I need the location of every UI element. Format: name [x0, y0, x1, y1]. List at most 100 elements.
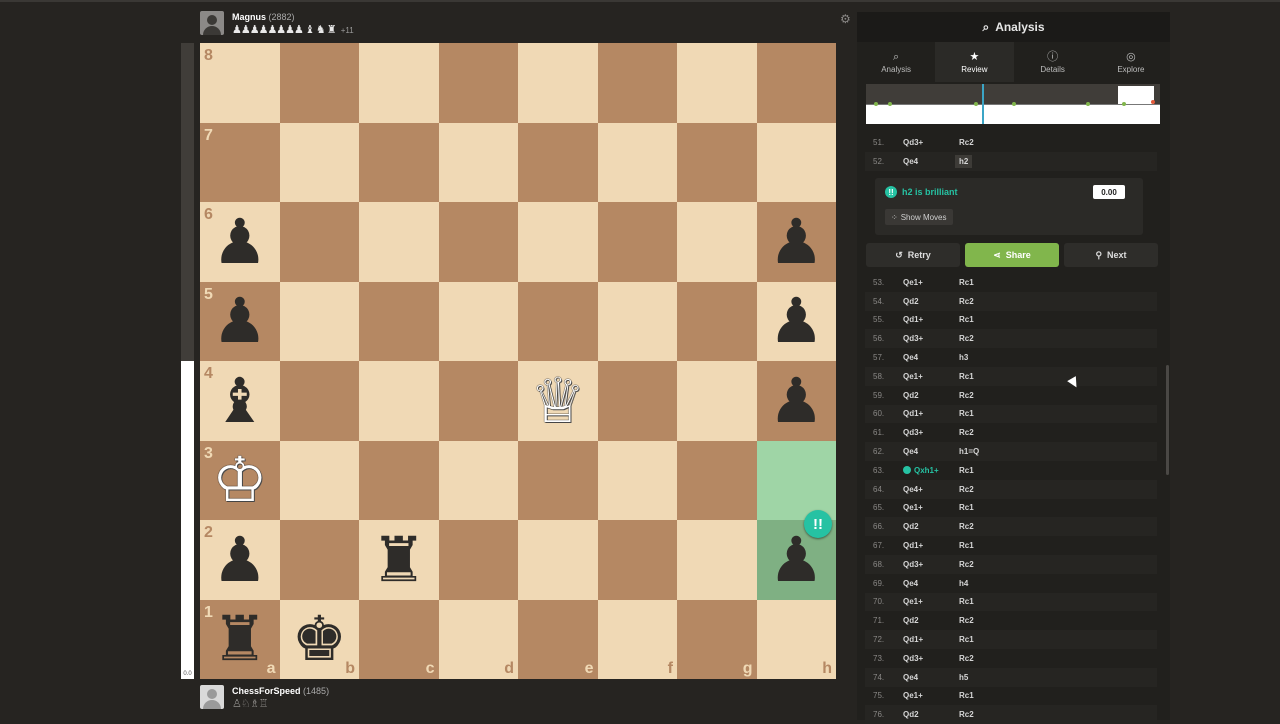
black-move[interactable]: Rc2 — [959, 654, 1019, 663]
evaluation-graph[interactable] — [866, 84, 1160, 124]
opponent-avatar[interactable] — [200, 11, 224, 35]
retry-button[interactable]: ↺ Retry — [866, 243, 960, 267]
tab-details[interactable]: ⓘ Details — [1013, 42, 1092, 82]
square-b8[interactable] — [279, 43, 359, 123]
black-move[interactable]: Rc1 — [959, 597, 1019, 606]
square-g3[interactable] — [677, 440, 757, 520]
black-move[interactable]: Rc2 — [959, 391, 1019, 400]
square-c5[interactable] — [359, 281, 439, 361]
black-move[interactable]: Rc1 — [959, 691, 1019, 700]
white-move[interactable]: Qd3+ — [903, 138, 959, 147]
gear-icon[interactable]: ⚙ — [840, 12, 851, 26]
white-move[interactable]: Qd2 — [903, 522, 959, 531]
square-b2[interactable] — [279, 520, 359, 600]
square-a5[interactable]: 5 ♟ — [200, 281, 280, 361]
tab-explore[interactable]: ◎ Explore — [1091, 42, 1170, 82]
square-h5[interactable]: ♟ — [756, 281, 837, 362]
tab-analysis[interactable]: ⌕ Analysis — [857, 42, 936, 82]
square-e7[interactable] — [518, 122, 598, 202]
square-b4[interactable] — [279, 361, 359, 441]
black-move[interactable]: Rc1 — [959, 315, 1019, 324]
black-move[interactable]: Rc1 — [959, 635, 1019, 644]
square-h7[interactable] — [756, 122, 836, 202]
square-b5[interactable] — [279, 281, 359, 361]
white-move[interactable]: Qe4 — [903, 673, 959, 682]
square-g1[interactable]: g — [677, 599, 757, 679]
square-f6[interactable] — [597, 202, 677, 282]
chess-board[interactable]: 8 7 6 ♟ ♟ 5 ♟ ♟ 4 ♝ ♕ ♟ 3 ♔ 2 ♟ ♜ ♟ 1 a ♜ b ♚ c d e f g h — [200, 43, 836, 679]
white-move[interactable]: Qd3+ — [903, 560, 959, 569]
square-d7[interactable] — [438, 122, 518, 202]
square-g7[interactable] — [677, 122, 757, 202]
opponent-name[interactable]: Magnus (2882) — [232, 11, 354, 23]
square-a1[interactable]: 1 a ♜ — [200, 599, 280, 679]
square-a3[interactable]: 3 ♔ — [200, 440, 280, 520]
black-move[interactable]: Rc2 — [959, 616, 1019, 625]
white-move[interactable]: Qe4 — [903, 579, 959, 588]
white-move[interactable]: Qd2 — [903, 391, 959, 400]
white-move[interactable]: Qd3+ — [903, 654, 959, 663]
black-move[interactable]: Rc2 — [959, 560, 1019, 569]
white-move[interactable]: Qd1+ — [903, 409, 959, 418]
square-b6[interactable] — [279, 202, 359, 282]
square-d8[interactable] — [438, 43, 518, 123]
square-a7[interactable]: 7 — [200, 122, 280, 202]
black-piece-h6[interactable]: ♟ — [757, 202, 837, 282]
black-move[interactable]: h5 — [959, 673, 1019, 682]
square-a2[interactable]: 2 ♟ — [200, 520, 280, 600]
black-move[interactable]: Rc1 — [959, 503, 1019, 512]
next-button[interactable]: ⚲ Next — [1064, 243, 1158, 267]
user-avatar[interactable] — [200, 685, 224, 709]
white-move[interactable]: Qe1+ — [903, 597, 959, 606]
square-e4[interactable]: ♕ — [518, 361, 598, 441]
white-move[interactable]: Qe1+ — [903, 503, 959, 512]
square-c6[interactable] — [359, 202, 439, 282]
square-a4[interactable]: 4 ♝ — [200, 361, 280, 441]
square-e3[interactable] — [518, 440, 598, 520]
black-move[interactable]: h1=Q — [959, 447, 1019, 456]
square-h4[interactable]: ♟ — [756, 361, 837, 441]
black-piece-h4[interactable]: ♟ — [757, 361, 837, 441]
white-move[interactable]: Qe4 — [903, 447, 959, 456]
square-g6[interactable] — [677, 202, 757, 282]
graph-marker[interactable] — [888, 102, 892, 106]
black-piece-b1[interactable]: ♚ — [280, 600, 360, 680]
graph-marker[interactable] — [874, 102, 878, 106]
square-g5[interactable] — [677, 281, 757, 361]
square-f1[interactable]: f — [597, 599, 677, 679]
user-name[interactable]: ChessForSpeed (1485) — [232, 685, 329, 697]
square-f5[interactable] — [597, 281, 677, 361]
graph-position-cursor[interactable] — [982, 84, 984, 124]
square-d1[interactable]: d — [438, 599, 518, 679]
square-b3[interactable] — [279, 440, 359, 520]
square-a8[interactable]: 8 — [200, 43, 280, 123]
white-move[interactable]: Qd1+ — [903, 541, 959, 550]
black-move[interactable]: Rc2 — [959, 485, 1019, 494]
white-move[interactable]: Qe1+ — [903, 691, 959, 700]
square-b7[interactable] — [279, 122, 359, 202]
black-move[interactable]: h2 — [955, 154, 973, 168]
square-c4[interactable] — [359, 361, 439, 441]
graph-blunder-marker[interactable] — [1151, 100, 1155, 104]
black-move[interactable]: Rc2 — [959, 297, 1019, 306]
white-move[interactable]: Qe4+ — [903, 485, 959, 494]
user-name-text[interactable]: ChessForSpeed — [232, 686, 301, 696]
square-b1[interactable]: b ♚ — [279, 599, 360, 680]
black-move[interactable]: Rc2 — [959, 334, 1019, 343]
square-d5[interactable] — [438, 281, 518, 361]
black-piece-h5[interactable]: ♟ — [757, 282, 837, 362]
square-f2[interactable] — [597, 520, 677, 600]
white-move[interactable]: Qxh1+ — [903, 466, 959, 475]
black-move[interactable]: Rc2 — [959, 428, 1019, 437]
white-move[interactable]: Qe1+ — [903, 372, 959, 381]
black-move[interactable]: h4 — [959, 579, 1019, 588]
square-c3[interactable] — [359, 440, 439, 520]
square-f7[interactable] — [597, 122, 677, 202]
white-move[interactable]: Qd2 — [903, 616, 959, 625]
square-c2[interactable]: ♜ — [359, 520, 439, 600]
white-move[interactable]: Qd2 — [903, 710, 959, 719]
share-button[interactable]: ⋖ Share — [965, 243, 1059, 267]
square-d3[interactable] — [438, 440, 518, 520]
black-piece-a4[interactable]: ♝ — [200, 361, 280, 441]
square-f8[interactable] — [597, 43, 677, 123]
